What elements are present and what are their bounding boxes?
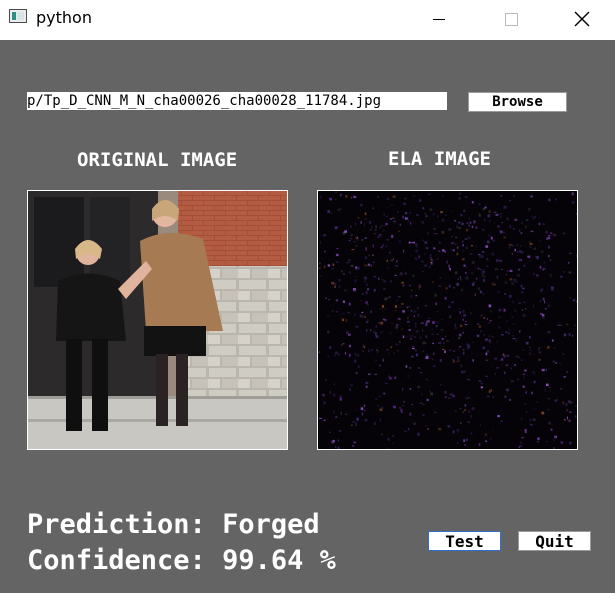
title-bar: python [0, 0, 615, 38]
file-path-text: p/Tp_D_CNN_M_N_cha00026_cha00028_11784.j… [27, 93, 382, 109]
minimize-button[interactable] [416, 0, 462, 38]
test-button[interactable]: Test [428, 531, 501, 551]
close-button[interactable] [559, 0, 605, 38]
ela-image-title: ELA IMAGE [388, 148, 491, 170]
window-title: python [36, 8, 92, 27]
maximize-button[interactable] [488, 0, 534, 38]
original-photo [28, 191, 287, 449]
file-path-input[interactable]: p/Tp_D_CNN_M_N_cha00026_cha00028_11784.j… [27, 92, 447, 110]
app-body: p/Tp_D_CNN_M_N_cha00026_cha00028_11784.j… [0, 40, 615, 593]
prediction-text: Prediction: Forged [27, 509, 320, 540]
maximize-icon [504, 12, 518, 26]
quit-button[interactable]: Quit [518, 531, 591, 551]
original-image-title: ORIGINAL IMAGE [77, 149, 238, 171]
original-image [27, 190, 288, 450]
ela-image [317, 190, 578, 450]
ela-noise [318, 191, 577, 449]
minimize-icon [433, 18, 445, 20]
python-window-icon [9, 9, 27, 23]
confidence-text: Confidence: 99.64 % [27, 545, 336, 576]
browse-button[interactable]: Browse [468, 92, 567, 112]
close-icon [574, 11, 590, 27]
